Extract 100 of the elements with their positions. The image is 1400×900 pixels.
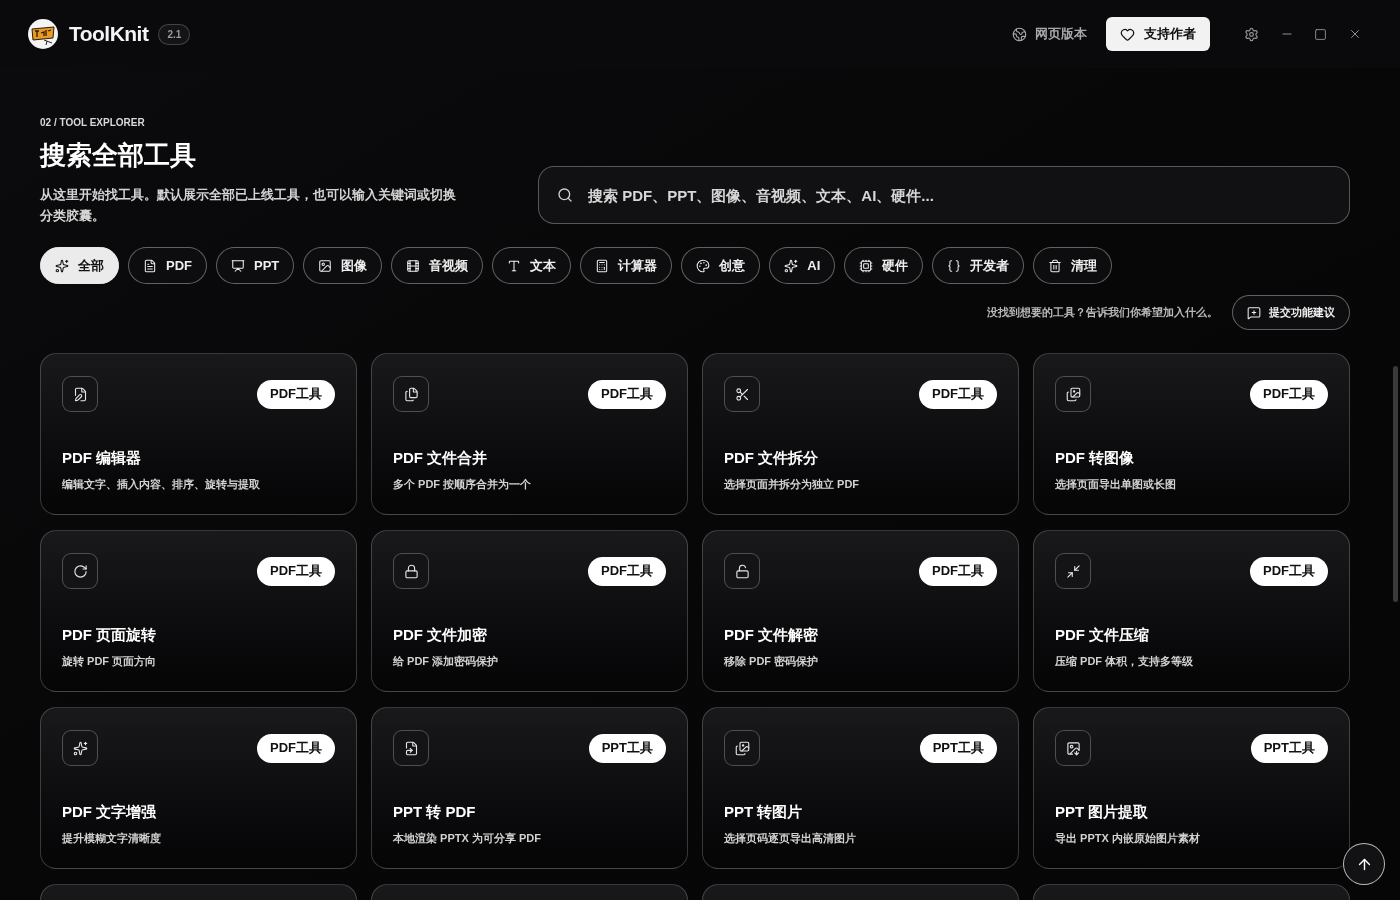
page-description: 从这里开始找工具。默认展示全部已上线工具，也可以输入关键词或切换分类胶囊。 [40, 186, 457, 225]
category-tag: PDF工具 [919, 556, 997, 586]
tool-title: PDF 编辑器 [62, 448, 142, 468]
tool-description: 选择页码逐页导出高清图片 [724, 831, 856, 846]
scrollbar-thumb[interactable] [1393, 366, 1398, 602]
tool-description: 编辑文字、插入内容、排序、旋转与提取 [62, 477, 260, 492]
tool-title: PDF 文件解密 [724, 625, 819, 645]
tool-card[interactable]: PPT工具 PPT 图片提取 导出 PPTX 内嵌原始图片素材 [1033, 707, 1350, 869]
copy-icon [403, 386, 419, 402]
sparkles-icon [784, 258, 799, 273]
calculator-icon [595, 258, 610, 273]
category-chip[interactable]: AI [769, 247, 836, 284]
presentation-icon [231, 258, 245, 273]
category-chip[interactable]: 创意 [681, 247, 761, 284]
image-download-icon [1065, 740, 1081, 756]
tool-card[interactable]: PDF工具 PDF 文件合并 多个 PDF 按顺序合并为一个 [371, 353, 688, 515]
section-eyebrow: 02 / TOOL EXPLORER [40, 116, 145, 130]
file-pen-icon [72, 386, 88, 402]
chip-icon [859, 258, 874, 273]
maximize-icon[interactable] [1314, 27, 1327, 41]
category-chip[interactable]: 音视频 [391, 247, 484, 284]
document-icon [143, 258, 157, 273]
tool-description: 移除 PDF 密码保护 [724, 654, 819, 669]
tool-title: PDF 文件拆分 [724, 448, 819, 468]
tool-title: PPT 转图片 [724, 802, 803, 822]
tool-card[interactable]: PPT工具 PPT 转 PDF 本地渲染 PPTX 为可分享 PDF [371, 707, 688, 869]
category-tag: PDF工具 [588, 379, 666, 409]
tool-description: 选择页面导出单图或长图 [1055, 477, 1176, 492]
app-title: ToolKnit [69, 21, 149, 48]
tool-description: 给 PDF 添加密码保护 [393, 654, 499, 669]
search-field[interactable]: 搜索 PDF、PPT、图像、音视频、文本、AI、硬件... [538, 166, 1350, 224]
tool-card[interactable]: PPT工具 PPT 转图片 选择页码逐页导出高清图片 [702, 707, 1019, 869]
web-version-link[interactable]: 网页版本 [1012, 24, 1087, 44]
file-arrow-icon [403, 740, 419, 756]
settings-icon[interactable] [1244, 26, 1259, 42]
category-chip[interactable]: PDF [128, 247, 207, 284]
category-tag: PDF工具 [919, 379, 997, 409]
tool-card[interactable]: PDF工具 PDF 文件压缩 压缩 PDF 体积，支持多等级 [1033, 530, 1350, 692]
sparkles-icon [72, 740, 88, 756]
category-chip[interactable]: 全部 [40, 247, 119, 284]
rotate-icon [72, 563, 88, 579]
palette-icon [696, 258, 711, 273]
logo-icon [28, 19, 58, 49]
tool-title: PDF 文件合并 [393, 448, 488, 468]
braces-icon [947, 258, 962, 273]
tool-title: PDF 文件加密 [393, 625, 488, 645]
close-icon[interactable] [1348, 27, 1362, 41]
scissors-icon [734, 386, 750, 402]
tool-title: PDF 页面旋转 [62, 625, 157, 645]
category-chip[interactable]: 文本 [492, 247, 572, 284]
tool-card[interactable]: PDF工具 PDF 文件加密 给 PDF 添加密码保护 [371, 530, 688, 692]
tool-title: PDF 转图像 [1055, 448, 1135, 468]
trash-icon [1048, 258, 1063, 273]
tool-card[interactable]: PDF工具 PDF 文字增强 提升模糊文字清晰度 [40, 707, 357, 869]
suggest-feature-button[interactable]: 提交功能建议 [1232, 295, 1350, 330]
unlock-icon [734, 563, 750, 579]
category-tag: PDF工具 [1250, 556, 1328, 586]
message-plus-icon [1247, 305, 1261, 320]
film-icon [406, 258, 421, 273]
tool-title: PDF 文件压缩 [1055, 625, 1150, 645]
category-tag: PDF工具 [257, 379, 335, 409]
category-tag: PDF工具 [257, 556, 335, 586]
sparkles-icon [55, 258, 69, 273]
category-tag: PPT工具 [1250, 733, 1328, 763]
category-tag: PDF工具 [257, 733, 335, 763]
tool-title: PDF 文字增强 [62, 802, 157, 822]
category-chip[interactable]: 硬件 [844, 247, 924, 284]
tool-card[interactable]: PDF工具 PDF 文件解密 移除 PDF 密码保护 [702, 530, 1019, 692]
tool-description: 选择页面并拆分为独立 PDF [724, 477, 860, 492]
search-icon [557, 187, 573, 203]
images-icon [1065, 386, 1081, 402]
category-tag: PDF工具 [1250, 379, 1328, 409]
category-chip[interactable]: 图像 [303, 247, 383, 284]
tool-description: 提升模糊文字清晰度 [62, 831, 161, 846]
tool-description: 导出 PPTX 内嵌原始图片素材 [1055, 831, 1200, 846]
category-chip[interactable]: PPT [216, 247, 295, 284]
tool-description: 多个 PDF 按顺序合并为一个 [393, 477, 532, 492]
images-icon [734, 740, 750, 756]
category-chip[interactable]: 开发者 [932, 247, 1025, 284]
tool-card[interactable]: PDF工具 PDF 编辑器 编辑文字、插入内容、排序、旋转与提取 [40, 353, 357, 515]
category-tag: PPT工具 [588, 733, 666, 763]
tool-card[interactable]: PDF工具 PDF 转图像 选择页面导出单图或长图 [1033, 353, 1350, 515]
page-title: 搜索全部工具 [40, 139, 196, 172]
category-chip[interactable]: 清理 [1033, 247, 1113, 284]
category-tag: PDF工具 [588, 556, 666, 586]
heart-icon [1120, 26, 1135, 42]
support-button[interactable]: 支持作者 [1106, 17, 1210, 51]
tool-title: PPT 图片提取 [1055, 802, 1149, 822]
category-tag: PPT工具 [919, 733, 997, 763]
tool-card[interactable]: PDF工具 PDF 文件拆分 选择页面并拆分为独立 PDF [702, 353, 1019, 515]
version-badge: 2.1 [158, 23, 191, 45]
globe-icon [1012, 26, 1027, 42]
lock-icon [403, 563, 419, 579]
image-icon [318, 258, 333, 273]
text-icon [507, 258, 522, 273]
tool-description: 压缩 PDF 体积，支持多等级 [1055, 654, 1194, 669]
tool-card[interactable]: PDF工具 PDF 页面旋转 旋转 PDF 页面方向 [40, 530, 357, 692]
category-chip[interactable]: 计算器 [580, 247, 673, 284]
suggestion-text: 没找到想要的工具？告诉我们你希望加入什么。 [987, 305, 1218, 321]
tool-description: 旋转 PDF 页面方向 [62, 654, 157, 669]
